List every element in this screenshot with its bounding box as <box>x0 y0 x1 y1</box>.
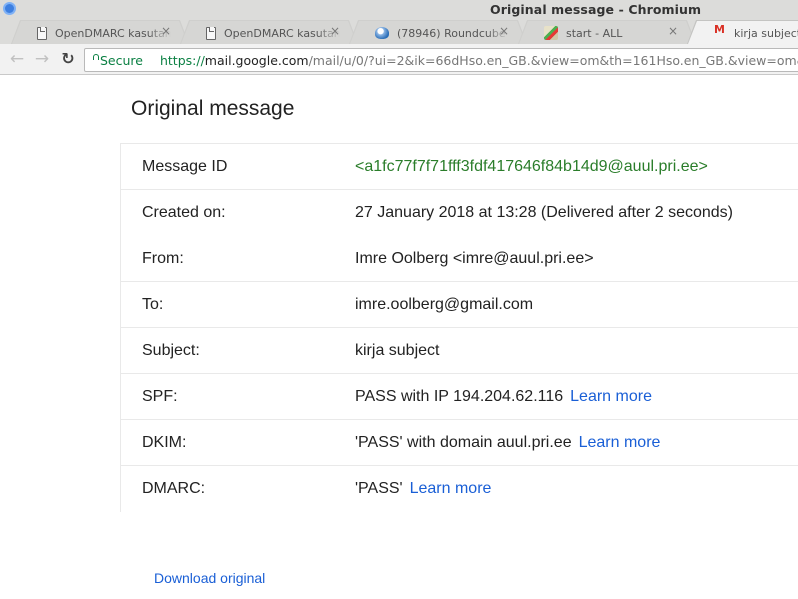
spf-value: PASS with IP 194.204.62.116 Learn more <box>355 388 652 406</box>
row-label: From: <box>142 250 184 267</box>
tab-close-icon[interactable]: × <box>330 24 340 38</box>
download-original-link[interactable]: Download original <box>154 570 265 586</box>
chromium-icon <box>3 2 16 15</box>
page-icon <box>37 27 47 40</box>
from-value: Imre Oolberg <imre@auul.pri.ee> <box>355 250 594 267</box>
window-title: Original message - Chromium <box>490 2 702 17</box>
row-subject: Subject: kirja subject <box>121 328 798 374</box>
subject-value: kirja subject <box>355 342 440 359</box>
row-label: DMARC: <box>142 480 206 497</box>
row-message-id: Message ID <a1fc77f7f71fff3fdf417646f84b… <box>121 144 798 190</box>
forward-arrow-icon[interactable]: → <box>32 49 52 69</box>
row-label: Message ID <box>142 158 228 175</box>
row-from: From: Imre Oolberg <imre@auul.pri.ee> <box>121 236 798 282</box>
row-label: Subject: <box>142 342 200 359</box>
browser-toolbar: ← → ↻ Secure https://mail.google.com/mai… <box>0 44 798 75</box>
dmarc-learn-more-link[interactable]: Learn more <box>410 480 492 497</box>
row-to: To: imre.oolberg@gmail.com <box>121 282 798 328</box>
back-arrow-icon[interactable]: ← <box>7 49 27 69</box>
gmail-icon: M <box>714 23 725 36</box>
roundcube-icon <box>375 27 389 39</box>
message-id-value: <a1fc77f7f71fff3fdf417646f84b14d9@auul.p… <box>355 158 708 175</box>
address-bar[interactable]: Secure https://mail.google.com/mail/u/0/… <box>84 48 798 72</box>
tab-title: start - ALL <box>566 26 623 40</box>
dkim-learn-more-link[interactable]: Learn more <box>579 434 661 451</box>
window-titlebar: Original message - Chromium <box>0 0 798 18</box>
tab-title: (78946) Roundcube Webmail <box>397 26 506 40</box>
tab-title: kirja subject - imre.oolberg@gmail.com <box>734 26 798 40</box>
url-path: /mail/u/0/?ui=2&ik=66dHso.en_GB.&view=om… <box>308 52 798 68</box>
url-text[interactable]: https://mail.google.com/mail/u/0/?ui=2&i… <box>160 53 798 68</box>
tab-close-icon[interactable]: × <box>499 24 509 38</box>
page-icon <box>206 27 216 40</box>
row-label: DKIM: <box>142 434 187 451</box>
tab-opendmarc-1[interactable]: OpenDMARC kasutamine × <box>11 20 189 44</box>
row-dkim: DKIM: 'PASS' with domain auul.pri.ee Lear… <box>121 420 798 466</box>
secure-label[interactable]: Secure <box>100 53 143 68</box>
row-dmarc: DMARC: 'PASS' Learn more <box>121 466 798 512</box>
to-value: imre.oolberg@gmail.com <box>355 296 534 313</box>
url-host: mail.google.com <box>204 52 309 68</box>
created-on-value: 27 January 2018 at 13:28 (Delivered afte… <box>355 204 734 221</box>
start-icon <box>544 26 558 40</box>
spf-result: PASS with IP 194.204.62.116 <box>355 388 564 405</box>
dmarc-value: 'PASS' Learn more <box>355 480 491 498</box>
page-content: Original message Message ID <a1fc77f7f71… <box>0 76 798 599</box>
tab-close-icon[interactable]: × <box>668 24 678 38</box>
tab-opendmarc-2[interactable]: OpenDMARC kasutamine × <box>180 20 358 44</box>
row-label: SPF: <box>142 388 178 405</box>
spf-learn-more-link[interactable]: Learn more <box>570 388 652 405</box>
tab-gmail-active[interactable]: M kirja subject - imre.oolberg@gmail.com <box>687 20 798 44</box>
row-label: To: <box>142 296 164 313</box>
url-scheme: https:// <box>159 52 205 68</box>
tab-title: OpenDMARC kasutamine <box>224 26 340 40</box>
tab-close-icon[interactable]: × <box>161 24 171 38</box>
row-label: Created on: <box>142 204 226 221</box>
dkim-result: 'PASS' with domain auul.pri.ee <box>355 434 572 451</box>
message-details-table: Message ID <a1fc77f7f71fff3fdf417646f84b… <box>120 143 798 512</box>
reload-icon[interactable]: ↻ <box>58 49 78 69</box>
tab-start-all[interactable]: start - ALL × <box>518 20 696 44</box>
row-spf: SPF: PASS with IP 194.204.62.116 Learn mo… <box>121 374 798 420</box>
tab-roundcube[interactable]: (78946) Roundcube Webmail × <box>349 20 527 44</box>
row-created-on: Created on: 27 January 2018 at 13:28 (De… <box>121 190 798 236</box>
dmarc-result: 'PASS' <box>355 480 403 497</box>
dkim-value: 'PASS' with domain auul.pri.ee Learn more <box>355 434 660 452</box>
tab-strip: OpenDMARC kasutamine × OpenDMARC kasutam… <box>0 18 798 44</box>
page-title: Original message <box>131 97 295 120</box>
tab-title: OpenDMARC kasutamine <box>55 26 171 40</box>
